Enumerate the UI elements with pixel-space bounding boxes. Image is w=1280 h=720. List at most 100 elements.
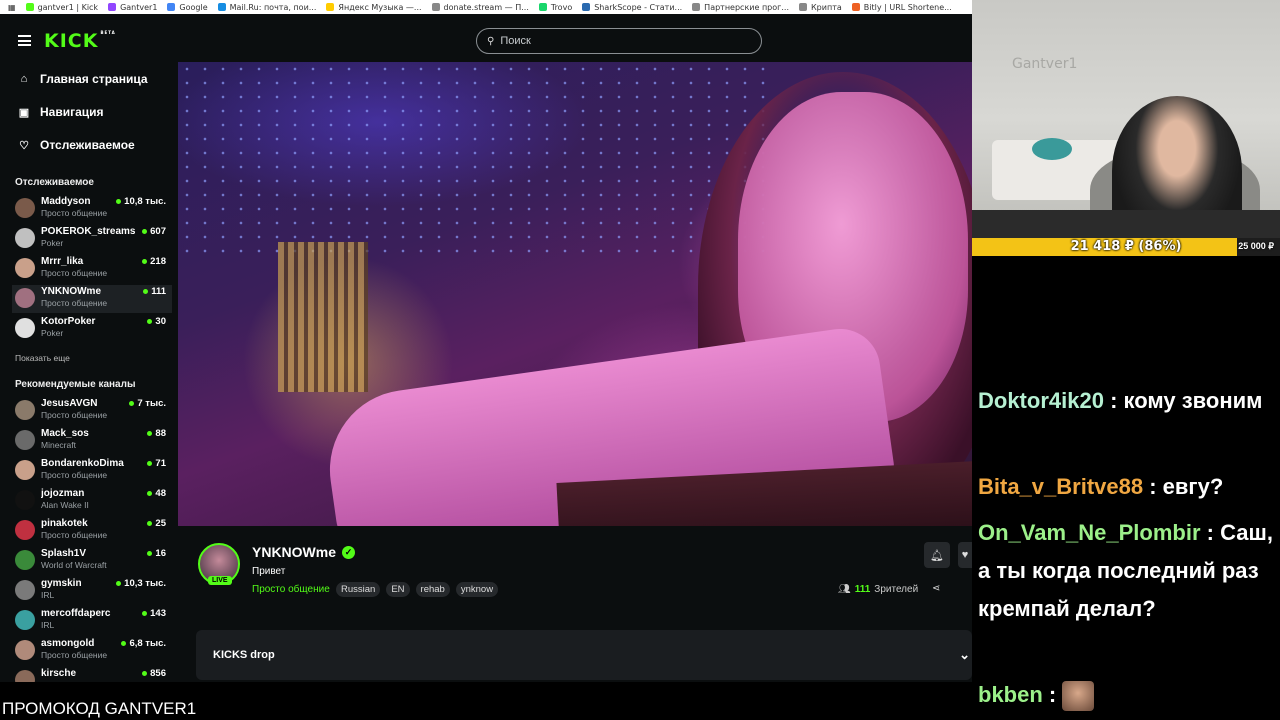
streamer-name-text: YNKNOWme bbox=[252, 544, 337, 560]
sidebar-channel[interactable]: POKEROK_streams Poker 607 bbox=[12, 225, 172, 253]
channel-viewer-count: 25 bbox=[147, 518, 166, 529]
viewer-count: 👥︎ 111 Зрителей bbox=[838, 584, 918, 595]
channel-category: Просто общение bbox=[41, 650, 108, 660]
home-icon: ⌂ bbox=[20, 73, 28, 85]
chat-message: On_Vam_Ne_Plombir : Саш, а ты когда посл… bbox=[978, 520, 1273, 621]
viewer-count-label: Зрителей bbox=[874, 584, 919, 595]
sidebar-channel[interactable]: KotorPoker Poker 30 bbox=[12, 315, 172, 343]
channel-category: Просто общение bbox=[41, 298, 108, 308]
streamer-name[interactable]: YNKNOWme ✓ bbox=[252, 544, 356, 560]
search-input[interactable] bbox=[500, 35, 741, 47]
bookmark-8[interactable]: Партнерские прог... bbox=[692, 3, 789, 12]
sidebar-channel[interactable]: asmongold Просто общение 6,8 тыс. bbox=[12, 637, 172, 665]
stream-info: LIVE YNKNOWme ✓ Привет Просто общение Ru… bbox=[178, 526, 972, 682]
channel-category: World of Warcraft bbox=[41, 560, 107, 570]
bookmark-4[interactable]: Яндекс Музыка —... bbox=[326, 3, 422, 12]
tag-pill[interactable]: Russian bbox=[336, 582, 381, 597]
show-more-link[interactable]: Показать еще bbox=[15, 353, 70, 363]
notification-bell-icon[interactable]: 🔔︎ bbox=[924, 542, 950, 568]
tag-pill[interactable]: rehab bbox=[415, 582, 450, 597]
bookmark-10[interactable]: Bitly | URL Shortene... bbox=[851, 3, 952, 12]
chat-overlay: Doktor4ik20 : кому звоним Bita_v_Britve8… bbox=[972, 256, 1280, 720]
wall-logo-text: Gantver1 bbox=[1012, 56, 1078, 72]
bookmark-favicon-icon bbox=[108, 3, 117, 11]
channel-viewer-count: 607 bbox=[142, 226, 166, 237]
bookmark-5[interactable]: donate.stream — П... bbox=[431, 3, 529, 12]
chat-username: Doktor4ik20 bbox=[978, 388, 1104, 413]
sidebar-channel[interactable]: Splash1V World of Warcraft 16 bbox=[12, 547, 172, 575]
channel-category: Alan Wake II bbox=[41, 500, 89, 510]
live-badge: LIVE bbox=[208, 576, 232, 585]
sidebar-channel[interactable]: BondarenkoDima Просто общение 71 bbox=[12, 457, 172, 485]
promo-bar: ПРОМОКОД GANTVER1 bbox=[0, 682, 972, 720]
nav-home[interactable]: ⌂ Главная страница bbox=[18, 72, 148, 86]
sidebar-channel[interactable]: Mack_sos Minecraft 88 bbox=[12, 427, 172, 455]
channel-meta: BondarenkoDima Просто общение bbox=[41, 457, 163, 481]
sidebar-channel[interactable]: YNKNOWme Просто общение 111 bbox=[12, 285, 172, 313]
channel-name: jojozman bbox=[41, 488, 85, 499]
follow-heart-icon[interactable]: ♥ bbox=[958, 542, 972, 568]
sidebar-channel[interactable]: mercoffdaperc IRL 143 bbox=[12, 607, 172, 635]
channel-category: Просто общение bbox=[41, 530, 108, 540]
bookmark-3[interactable]: Mail.Ru: почта, пои... bbox=[217, 3, 316, 12]
channel-category: Просто общение bbox=[41, 470, 108, 480]
bookmark-2[interactable]: Google bbox=[167, 3, 208, 12]
nav-browse[interactable]: ▣ Навигация bbox=[18, 105, 104, 119]
menu-icon[interactable] bbox=[18, 35, 31, 46]
sidebar-channel[interactable]: jojozman Alan Wake II 48 bbox=[12, 487, 172, 515]
folder-icon bbox=[799, 3, 807, 11]
bookmark-1[interactable]: Gantver1 bbox=[108, 3, 157, 12]
sidebar-channel[interactable]: pinakotek Просто общение 25 bbox=[12, 517, 172, 545]
channel-avatar bbox=[15, 520, 35, 540]
channel-name: Mack_sos bbox=[41, 428, 89, 439]
donation-goal: 25 000 ₽ bbox=[1238, 241, 1274, 251]
chevron-down-icon[interactable]: ⌄ bbox=[959, 647, 970, 663]
bookmark-favicon-icon bbox=[217, 3, 226, 11]
channel-name: Splash1V bbox=[41, 548, 87, 559]
nav-following[interactable]: ♡ Отслеживаемое bbox=[18, 138, 135, 152]
search-bar[interactable]: ⚲ bbox=[476, 28, 762, 54]
video-player[interactable] bbox=[178, 62, 972, 526]
channel-meta: pinakotek Просто общение bbox=[41, 517, 163, 541]
bookmark-favicon-icon bbox=[167, 3, 176, 11]
channel-meta: Splash1V World of Warcraft bbox=[41, 547, 163, 571]
sidebar-channel[interactable]: gymskin IRL 10,3 тыс. bbox=[12, 577, 172, 605]
chat-text: евгу? bbox=[1162, 474, 1224, 499]
tag-pill[interactable]: ynknow bbox=[455, 582, 499, 597]
site-header: KICK BETA ⚲ bbox=[0, 20, 972, 62]
search-icon: ⚲ bbox=[487, 35, 495, 47]
channel-category: Просто общение bbox=[41, 208, 108, 218]
channel-avatar bbox=[15, 610, 35, 630]
bookmarks-bar: ▦ gantver1 | Kick Gantver1 Google Mail.R… bbox=[0, 0, 972, 14]
chat-username: bkben bbox=[978, 682, 1043, 707]
promo-code-text: ПРОМОКОД GANTVER1 bbox=[2, 699, 197, 718]
apps-grid-icon[interactable]: ▦ bbox=[8, 3, 16, 12]
bookmark-0[interactable]: gantver1 | Kick bbox=[25, 3, 98, 12]
kicks-drop-panel[interactable]: KICKS drop ⌄ bbox=[196, 630, 972, 680]
bookmark-6[interactable]: Trovo bbox=[538, 3, 572, 12]
video-frame-lights bbox=[178, 62, 778, 262]
bookmark-favicon-icon bbox=[538, 3, 547, 11]
bookmark-7[interactable]: SharkScope - Стати... bbox=[582, 3, 682, 12]
chat-message: bkben : bbox=[978, 676, 1274, 714]
stream-category[interactable]: Просто общение bbox=[252, 584, 330, 595]
following-section-title: Отслеживаемое bbox=[15, 177, 94, 188]
share-icon[interactable]: ⋖ bbox=[932, 583, 940, 594]
sidebar-channel[interactable]: Mrrr_lika Просто общение 218 bbox=[12, 255, 172, 283]
channel-viewer-count: 111 bbox=[143, 286, 166, 297]
sidebar-channel[interactable]: JesusAVGN Просто общение 7 тыс. bbox=[12, 397, 172, 425]
bookmark-9[interactable]: Крипта bbox=[799, 3, 842, 12]
kick-logo[interactable]: KICK BETA bbox=[44, 30, 116, 52]
channel-avatar bbox=[15, 460, 35, 480]
channel-avatar bbox=[15, 258, 35, 278]
channel-viewer-count: 7 тыс. bbox=[129, 398, 166, 409]
channel-avatar bbox=[15, 400, 35, 420]
tag-pill[interactable]: EN bbox=[386, 582, 410, 597]
channel-category: Просто общение bbox=[41, 410, 108, 420]
bookmark-favicon-icon bbox=[25, 3, 34, 11]
channel-name: pinakotek bbox=[41, 518, 88, 529]
channel-avatar bbox=[15, 228, 35, 248]
nav-following-label: Отслеживаемое bbox=[40, 138, 135, 152]
sidebar-channel[interactable]: Maddyson Просто общение 10,8 тыс. bbox=[12, 195, 172, 223]
channel-viewer-count: 48 bbox=[147, 488, 166, 499]
